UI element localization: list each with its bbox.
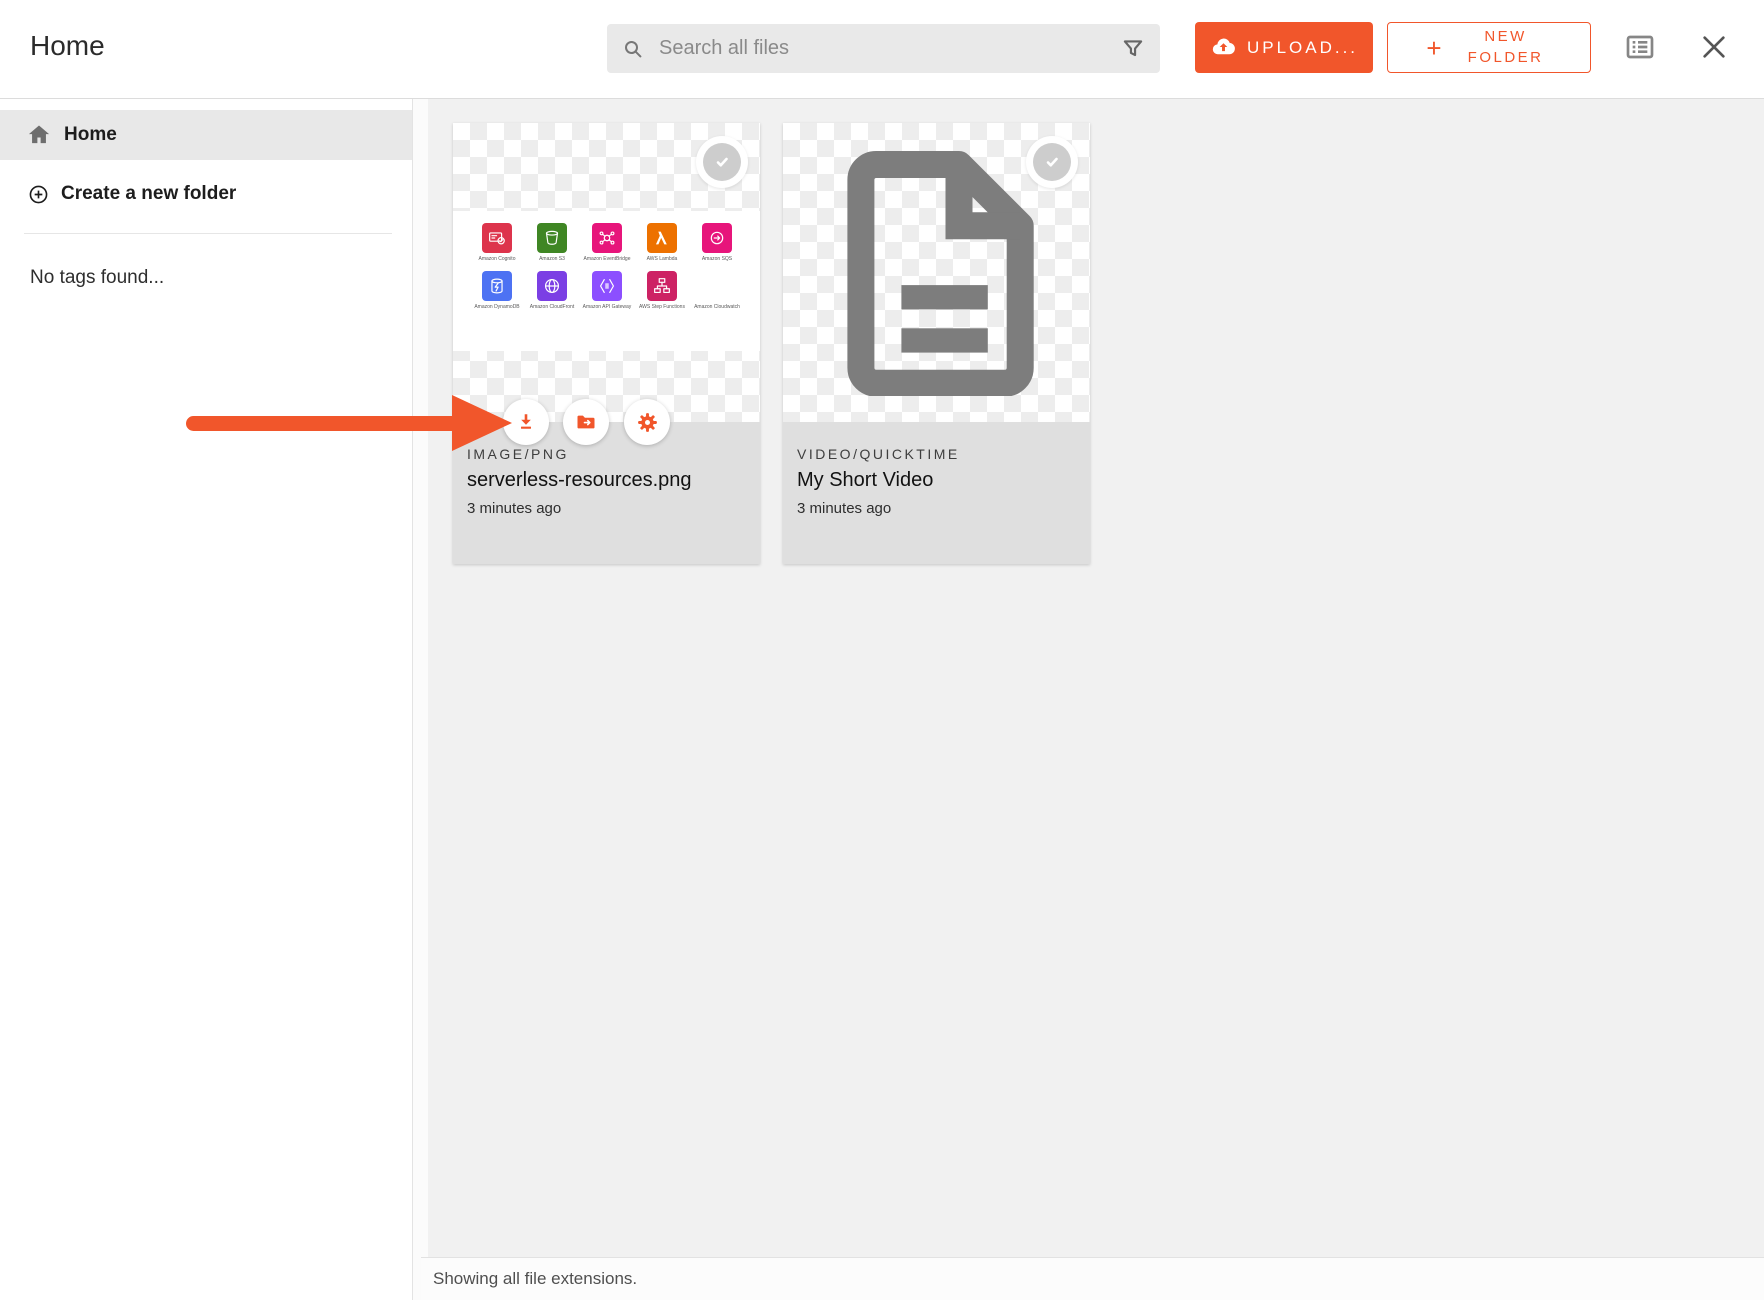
aws-service-label: Amazon CloudFront <box>530 304 574 310</box>
aws-service-label: AWS Step Functions <box>639 304 685 310</box>
aws-service-label: Amazon SQS <box>702 256 732 262</box>
status-text: Showing all file extensions. <box>433 1269 637 1289</box>
file-meta: VIDEO/QUICKTIME My Short Video 3 minutes… <box>783 422 1090 564</box>
close-icon <box>1698 31 1730 63</box>
plus-icon: + <box>1426 35 1441 61</box>
search-bar[interactable] <box>607 24 1160 73</box>
aws-service-lambda: AWS Lambda <box>636 223 688 262</box>
sidebar-item-home[interactable]: Home <box>0 110 412 160</box>
search-icon <box>621 37 645 61</box>
aws-service-eventbridge: Amazon EventBridge <box>581 223 633 262</box>
file-type: VIDEO/QUICKTIME <box>797 446 1076 462</box>
home-icon <box>26 122 52 148</box>
select-checkmark[interactable] <box>1026 136 1078 188</box>
close-button[interactable] <box>1697 31 1731 65</box>
aws-icons-band: Amazon Cognito Amazon S3 Amazon EventBridg… <box>453 211 760 351</box>
aws-service-label: Amazon Cognito <box>479 256 516 262</box>
upload-button[interactable]: UPLOAD... <box>1195 22 1373 73</box>
cloud-upload-icon <box>1210 34 1237 61</box>
aws-service-none: Amazon Cloudwatch <box>691 271 743 310</box>
eventbridge-icon <box>592 223 622 253</box>
select-checkmark[interactable] <box>696 136 748 188</box>
s3-icon <box>537 223 567 253</box>
cloudfront-icon <box>537 271 567 301</box>
aws-service-dynamodb: Amazon DynamoDB <box>471 271 523 310</box>
page-title: Home <box>30 30 105 62</box>
aws-service-label: Amazon Cloudwatch <box>694 304 740 310</box>
new-folder-button-label: NEW FOLDER <box>1460 27 1552 68</box>
file-card-my-short-video[interactable]: VIDEO/QUICKTIME My Short Video 3 minutes… <box>783 123 1090 564</box>
stepfunctions-icon <box>647 271 677 301</box>
move-to-folder-button[interactable] <box>563 399 609 445</box>
apigateway-icon <box>592 271 622 301</box>
tags-empty-text: No tags found... <box>30 267 164 289</box>
settings-button[interactable] <box>624 399 670 445</box>
file-modified: 3 minutes ago <box>467 500 746 517</box>
aws-service-cognito: Amazon Cognito <box>471 223 523 262</box>
file-name: My Short Video <box>797 469 1076 492</box>
aws-service-label: Amazon DynamoDB <box>474 304 519 310</box>
checkmark-icon <box>1033 143 1071 181</box>
download-button[interactable] <box>503 399 549 445</box>
folder-move-icon <box>574 410 598 434</box>
filter-icon[interactable] <box>1120 36 1146 62</box>
lambda-icon <box>647 223 677 253</box>
aws-icons-row: Amazon Cognito Amazon S3 Amazon EventBridg… <box>471 223 743 262</box>
dynamodb-icon <box>482 271 512 301</box>
search-input[interactable] <box>657 36 1120 61</box>
file-type: IMAGE/PNG <box>467 446 746 462</box>
gear-icon <box>635 410 660 435</box>
aws-icons-row: Amazon DynamoDB Amazon CloudFront Amazon A… <box>471 271 743 310</box>
aws-service-apigateway: Amazon API Gateway <box>581 271 633 310</box>
aws-service-label: Amazon EventBridge <box>584 256 631 262</box>
file-card-serverless-resources[interactable]: Amazon Cognito Amazon S3 Amazon EventBridg… <box>453 123 760 564</box>
aws-service-sqs: Amazon SQS <box>691 223 743 262</box>
sidebar-item-create-folder[interactable]: Create a new folder <box>0 173 412 215</box>
aws-service-stepfunctions: AWS Step Functions <box>636 271 688 310</box>
file-grid: Amazon Cognito Amazon S3 Amazon EventBridg… <box>428 99 1764 1300</box>
file-name: serverless-resources.png <box>467 469 746 492</box>
none-icon <box>702 271 732 301</box>
cognito-icon <box>482 223 512 253</box>
file-actions <box>453 399 760 445</box>
download-icon <box>514 410 538 434</box>
sidebar-divider <box>24 233 392 234</box>
aws-service-s3: Amazon S3 <box>526 223 578 262</box>
aws-service-label: AWS Lambda <box>647 256 678 262</box>
aws-icons-grid: Amazon Cognito Amazon S3 Amazon EventBridg… <box>471 223 743 310</box>
sidebar: Home Create a new folder No tags found..… <box>0 99 413 1300</box>
document-placeholder-icon <box>833 149 1040 396</box>
aws-service-label: Amazon API Gateway <box>583 304 632 310</box>
status-bar: Showing all file extensions. <box>421 1257 1764 1300</box>
checkmark-icon <box>703 143 741 181</box>
aws-service-label: Amazon S3 <box>539 256 565 262</box>
new-folder-button[interactable]: + NEW FOLDER <box>1387 22 1591 73</box>
sidebar-item-home-label: Home <box>64 124 117 146</box>
list-view-icon <box>1624 31 1656 63</box>
plus-circle-icon <box>27 183 50 206</box>
top-bar: Home UPLOAD... + NEW FOLDER <box>0 0 1764 99</box>
sidebar-gutter <box>413 99 428 1300</box>
sqs-icon <box>702 223 732 253</box>
file-modified: 3 minutes ago <box>797 500 1076 517</box>
list-view-toggle-button[interactable] <box>1623 31 1657 65</box>
sidebar-item-create-folder-label: Create a new folder <box>61 183 236 205</box>
upload-button-label: UPLOAD... <box>1247 38 1358 58</box>
aws-service-cloudfront: Amazon CloudFront <box>526 271 578 310</box>
